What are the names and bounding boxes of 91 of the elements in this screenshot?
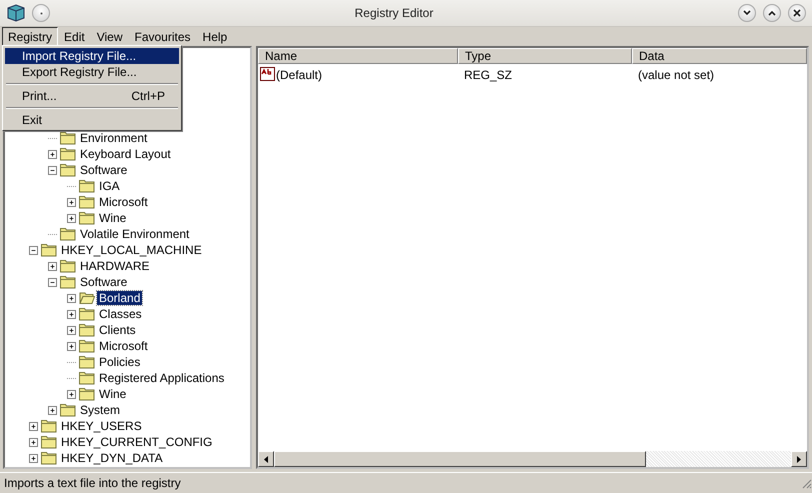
menu-entry[interactable]: Exit bbox=[5, 112, 179, 128]
folder-icon bbox=[79, 323, 95, 337]
expand-icon[interactable] bbox=[48, 406, 57, 414]
tree-item[interactable]: HKEY_CURRENT_CONFIG bbox=[59, 435, 214, 449]
folder-icon bbox=[79, 371, 95, 385]
folder-icon bbox=[41, 243, 57, 257]
tree-item[interactable]: HKEY_LOCAL_MACHINE bbox=[59, 243, 204, 257]
folder-icon bbox=[41, 451, 57, 465]
scroll-left-button[interactable] bbox=[258, 451, 274, 467]
table-cell: (Default) bbox=[276, 68, 322, 82]
tree-item[interactable]: Volatile Environment bbox=[78, 227, 192, 241]
tree-item[interactable]: IGA bbox=[97, 179, 122, 193]
menu-item[interactable]: View bbox=[90, 27, 128, 46]
tree-item[interactable]: Registered Applications bbox=[97, 371, 226, 385]
tree-item[interactable]: Software bbox=[78, 275, 130, 289]
maximize-button[interactable] bbox=[763, 4, 781, 22]
folder-icon bbox=[60, 131, 76, 145]
collapse-icon[interactable] bbox=[29, 246, 38, 254]
table-cell-text: (value not set) bbox=[637, 68, 716, 82]
scroll-right-button[interactable] bbox=[791, 451, 807, 467]
expand-icon[interactable] bbox=[29, 454, 38, 462]
folder-icon bbox=[60, 259, 76, 273]
close-icon bbox=[793, 9, 801, 17]
expand-icon[interactable] bbox=[67, 310, 76, 318]
column-header[interactable]: Name bbox=[258, 48, 458, 64]
app-icon bbox=[6, 4, 26, 22]
chevron-up-icon bbox=[768, 10, 776, 16]
tree-item[interactable]: System bbox=[78, 403, 122, 417]
tree-item[interactable]: Environment bbox=[78, 131, 150, 145]
window-title: Registry Editor bbox=[354, 6, 434, 20]
expand-icon[interactable] bbox=[48, 262, 57, 270]
folder-icon bbox=[79, 307, 95, 321]
menu-entry[interactable]: Print... Ctrl+P bbox=[5, 88, 179, 104]
menu-entry[interactable]: Import Registry File... bbox=[5, 48, 179, 64]
tree-item[interactable]: Keyboard Layout bbox=[78, 147, 173, 161]
expand-icon[interactable] bbox=[29, 438, 38, 446]
expand-icon[interactable] bbox=[67, 342, 76, 350]
scrollbar-thumb[interactable] bbox=[274, 451, 646, 467]
column-header[interactable]: Data bbox=[632, 48, 807, 64]
tree-item[interactable]: Software bbox=[78, 163, 130, 177]
folder-icon bbox=[79, 339, 95, 353]
tree-item[interactable]: Clients bbox=[97, 323, 138, 337]
folder-icon bbox=[60, 163, 76, 177]
folder-icon bbox=[60, 403, 76, 417]
close-button[interactable] bbox=[788, 4, 806, 22]
expand-icon[interactable] bbox=[67, 294, 76, 302]
folder-icon bbox=[79, 387, 95, 401]
folder-icon bbox=[60, 147, 76, 161]
folder-icon bbox=[41, 435, 57, 449]
dot-icon bbox=[40, 12, 42, 14]
expand-icon[interactable] bbox=[48, 150, 57, 158]
tree-item[interactable]: Microsoft bbox=[97, 339, 150, 353]
status-text: Imports a text file into the registry bbox=[4, 476, 182, 490]
folder-icon bbox=[79, 211, 95, 225]
tree-item[interactable]: HARDWARE bbox=[78, 259, 152, 273]
menu-entry[interactable]: Export Registry File... bbox=[5, 64, 179, 80]
horizontal-scrollbar[interactable] bbox=[258, 451, 807, 467]
tree-item[interactable]: Classes bbox=[97, 307, 144, 321]
expand-icon[interactable] bbox=[67, 326, 76, 334]
resize-grip-icon[interactable] bbox=[800, 477, 812, 489]
left-arrow-icon bbox=[264, 456, 268, 462]
chevron-down-icon bbox=[743, 10, 751, 16]
table-cell-text: REG_SZ bbox=[463, 68, 514, 82]
folder-icon bbox=[79, 291, 95, 305]
folder-icon bbox=[79, 355, 95, 369]
expand-icon[interactable] bbox=[67, 214, 76, 222]
tree-item[interactable]: Microsoft bbox=[97, 195, 150, 209]
tree-item[interactable]: Wine bbox=[97, 211, 128, 225]
minimize-button[interactable] bbox=[738, 4, 756, 22]
collapse-icon[interactable] bbox=[48, 278, 57, 286]
tree-item[interactable]: HKEY_DYN_DATA bbox=[59, 451, 165, 465]
menu-item[interactable]: Favourites bbox=[128, 27, 197, 46]
tree-item[interactable]: Wine bbox=[97, 387, 128, 401]
folder-icon bbox=[79, 195, 95, 209]
menu-item[interactable]: Help bbox=[196, 27, 234, 46]
shortcut-label: Ctrl+P bbox=[131, 89, 165, 103]
tree-item[interactable]: Borland bbox=[97, 291, 142, 305]
folder-icon bbox=[79, 179, 95, 193]
tree-item[interactable]: Policies bbox=[97, 355, 142, 369]
expand-icon[interactable] bbox=[67, 198, 76, 206]
right-arrow-icon bbox=[797, 456, 801, 462]
collapse-icon[interactable] bbox=[48, 166, 57, 174]
expand-icon[interactable] bbox=[67, 390, 76, 398]
folder-icon bbox=[41, 419, 57, 433]
column-header[interactable]: Type bbox=[458, 48, 632, 64]
menu-item[interactable]: Edit bbox=[58, 27, 91, 46]
string-value-icon bbox=[260, 67, 276, 82]
folder-icon bbox=[60, 227, 76, 241]
tree-item[interactable]: HKEY_USERS bbox=[59, 419, 144, 433]
folder-icon bbox=[60, 275, 76, 289]
expand-icon[interactable] bbox=[29, 422, 38, 430]
